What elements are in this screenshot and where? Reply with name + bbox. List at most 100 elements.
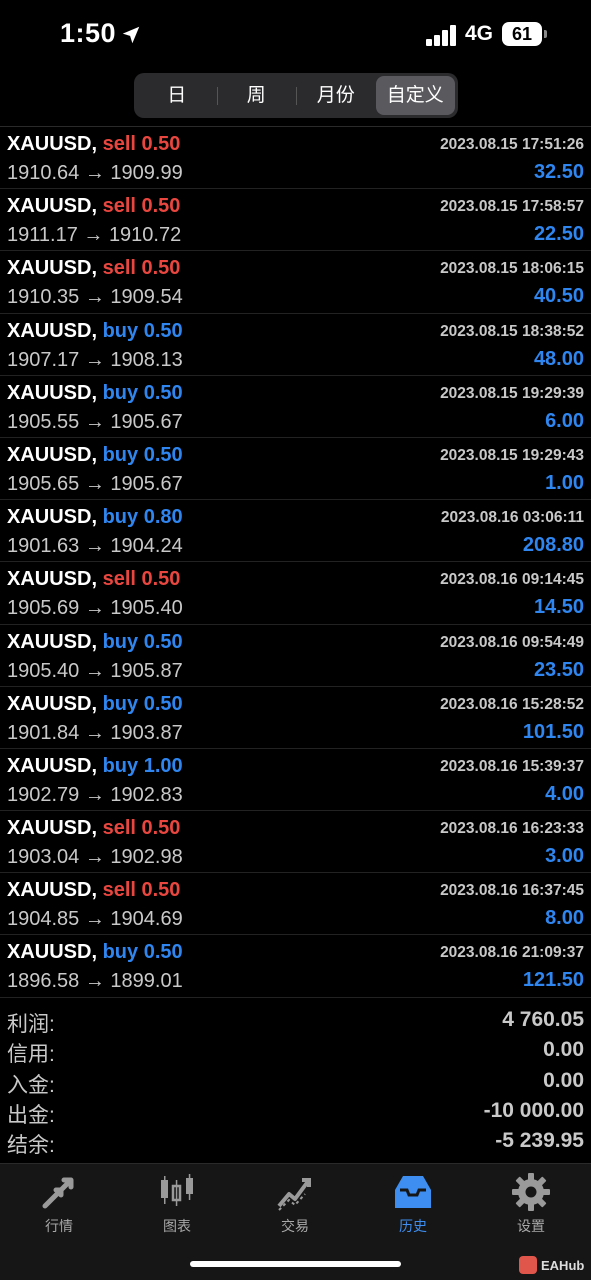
trade-datetime: 2023.08.16 09:14:45 [440,571,584,589]
trade-volume: 0.50 [141,879,181,902]
tab-label: 行情 [45,1218,73,1234]
tab-settings[interactable]: 设置 [486,1172,576,1236]
trade-volume: 0.50 [143,319,183,342]
trade-symbol-line: XAUUSD, buy 0.50 [7,382,183,405]
arrow-icon: → [83,224,104,247]
open-price: 1902.79 [7,783,80,806]
trade-volume: 0.80 [143,506,183,529]
close-price: 1905.67 [110,410,183,433]
trade-datetime: 2023.08.15 18:38:52 [440,322,584,340]
segment-day[interactable]: 日 [137,76,217,115]
trade-datetime: 2023.08.16 15:28:52 [440,695,584,713]
open-price: 1905.69 [7,597,80,620]
trade-row[interactable]: XAUUSD, buy 0.50 2023.08.15 18:38:52 1907.… [0,314,591,376]
trade-symbol-line: XAUUSD, buy 0.50 [7,941,183,964]
candlestick-chart-icon [161,1174,193,1206]
trade-datetime: 2023.08.16 09:54:49 [440,633,584,651]
trade-datetime: 2023.08.15 17:58:57 [440,198,584,216]
trade-type: buy [102,319,139,342]
tab-label: 交易 [281,1218,309,1234]
open-price: 1903.04 [7,846,80,869]
tab-label: 图表 [163,1218,191,1234]
trade-row[interactable]: XAUUSD, sell 0.50 2023.08.15 18:06:15 1910… [0,251,591,314]
trade-row[interactable]: XAUUSD, sell 0.50 2023.08.15 17:58:57 1911… [0,189,591,252]
trade-row[interactable]: XAUUSD, buy 0.50 2023.08.16 15:28:52 1901.… [0,687,591,749]
open-price: 1904.85 [7,908,80,931]
summary-label: 出金: [7,1103,55,1127]
home-indicator[interactable] [190,1261,401,1267]
tab-quotes[interactable]: 行情 [14,1172,104,1236]
trade-profit: 8.00 [545,907,584,930]
trade-datetime: 2023.08.16 15:39:37 [440,757,584,775]
trade-row[interactable]: XAUUSD, buy 0.50 2023.08.15 19:29:43 1905.… [0,438,591,501]
close-price: 1909.99 [110,162,183,184]
trade-row[interactable]: XAUUSD, buy 0.50 2023.08.16 21:09:37 1896.… [0,935,591,998]
trade-type: sell [102,879,136,902]
open-price: 1911.17 [7,224,78,247]
summary-row-deposit: 入金: 0.00 [0,1069,591,1099]
trade-row[interactable]: XAUUSD, sell 0.50 2023.08.16 16:37:45 1904… [0,873,591,936]
trade-profit: 3.00 [545,845,584,868]
trade-type: buy [102,754,139,777]
trade-row[interactable]: XAUUSD, buy 0.50 2023.08.16 09:54:49 1905.… [0,625,591,687]
trade-symbol-line: XAUUSD, sell 0.50 [7,133,180,156]
trade-profit: 101.50 [522,720,584,743]
trade-datetime: 2023.08.16 16:23:33 [440,820,584,838]
trade-symbol: XAUUSD, [7,443,98,466]
trade-datetime: 2023.08.15 18:06:15 [440,260,584,278]
trade-row[interactable]: XAUUSD, sell 0.50 2023.08.15 17:51:26 1910… [0,127,591,190]
summary-label: 入金: [7,1073,55,1097]
status-time: 1:50 [60,18,117,48]
arrow-icon: → [84,472,105,495]
close-price: 1909.54 [110,286,183,309]
trade-prices: 1901.84 → 1903.87 [7,722,183,745]
trade-row[interactable]: XAUUSD, buy 0.50 2023.08.15 19:29:39 1905.… [0,376,591,438]
trade-row[interactable]: XAUUSD, buy 0.80 2023.08.16 03:06:11 1901.… [0,500,591,563]
trade-profit: 48.00 [533,347,584,370]
trade-row[interactable]: XAUUSD, sell 0.50 2023.08.16 09:14:45 1905… [0,562,591,625]
trade-symbol-line: XAUUSD, buy 0.50 [7,444,183,467]
tab-charts[interactable]: 图表 [132,1172,222,1236]
tab-trade[interactable]: 交易 [250,1172,340,1236]
summary-value: -5 239.95 [495,1129,584,1153]
watermark-text: EAHub [541,1257,585,1273]
trade-type: buy [102,381,139,404]
summary-value: -10 000.00 [483,1098,584,1122]
trade-prices: 1905.65 → 1905.67 [7,473,183,496]
trade-profit: 121.50 [522,969,584,992]
trade-symbol-line: XAUUSD, buy 0.80 [7,506,183,529]
trade-prices: 1910.35 → 1909.54 [7,286,183,309]
battery-tip [544,30,547,38]
trade-row[interactable]: XAUUSD, sell 0.50 2023.08.16 16:23:33 1903… [0,811,591,874]
trade-symbol-line: XAUUSD, sell 0.50 [7,568,180,591]
segment-week[interactable]: 周 [216,76,297,115]
close-price: 1905.67 [110,472,183,495]
trade-prices: 1903.04 → 1902.98 [7,846,183,869]
segment-month[interactable]: 月份 [296,76,376,115]
trade-symbol: XAUUSD, [7,257,98,280]
trade-symbol-line: XAUUSD, sell 0.50 [7,195,180,218]
trade-volume: 0.50 [141,257,181,280]
trade-row[interactable]: XAUUSD, buy 1.00 2023.08.16 15:39:37 1902.… [0,749,591,812]
trade-symbol: XAUUSD, [7,879,98,902]
arrow-icon: → [84,721,105,744]
segment-custom[interactable]: 自定义 [375,76,455,115]
trade-symbol: XAUUSD, [7,630,98,653]
trade-datetime: 2023.08.16 21:09:37 [440,944,584,962]
network-type: 4G [465,22,494,45]
watermark-logo-icon [519,1256,537,1274]
summary-value: 4 760.05 [502,1008,584,1031]
arrow-icon: → [84,286,105,309]
open-price: 1910.35 [7,286,80,309]
trade-datetime: 2023.08.15 19:29:39 [440,384,584,402]
trade-type: sell [102,817,136,840]
tab-history[interactable]: 历史 [368,1172,458,1236]
open-price: 1901.84 [7,721,80,744]
period-segmented-control: 日 周 月份 自定义 [134,73,458,118]
trade-volume: 0.50 [143,381,183,404]
history-inbox-icon [395,1176,431,1208]
trade-type: buy [102,443,139,466]
summary-label: 结余: [7,1134,55,1158]
open-price: 1896.58 [7,970,80,993]
quotes-arrows-icon [42,1177,74,1209]
